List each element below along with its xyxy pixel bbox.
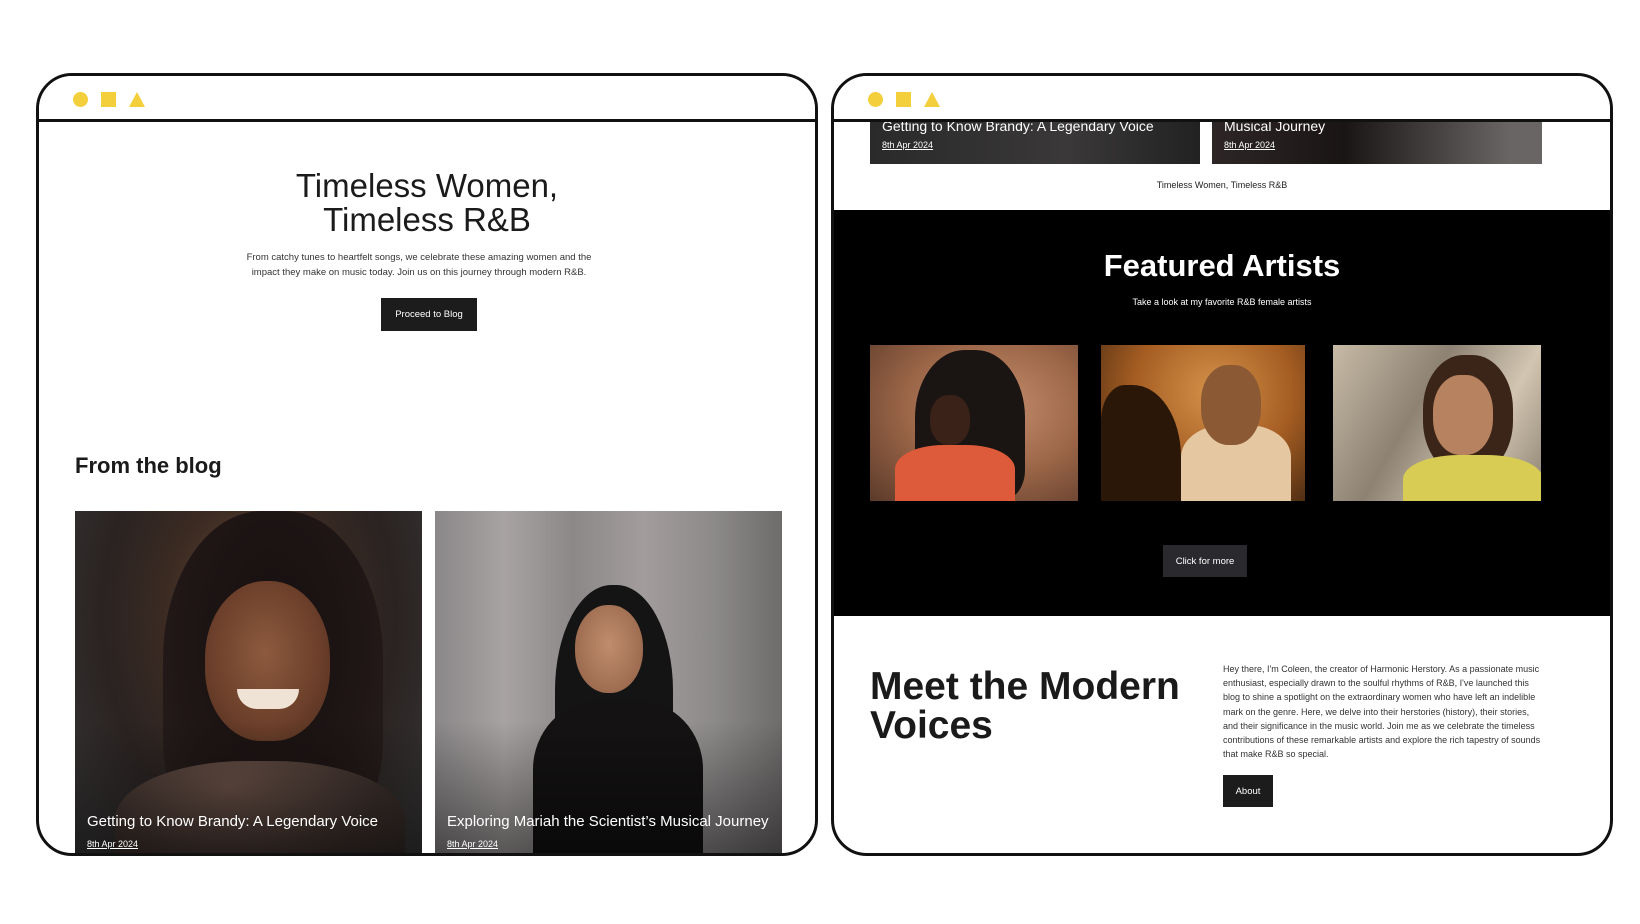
artist-photo[interactable] xyxy=(1101,345,1305,501)
hero-subtitle: From catchy tunes to heartfelt songs, we… xyxy=(246,252,592,278)
blog-card-title[interactable]: Getting to Know Brandy: A Legendary Voic… xyxy=(87,813,410,831)
blog-card-date[interactable]: 8th Apr 2024 xyxy=(1224,140,1275,150)
meet-body: Hey there, I'm Coleen, the creator of Ha… xyxy=(1223,664,1541,760)
meet-title: Meet the Modern Voices xyxy=(870,665,1180,747)
blog-card-brandy[interactable]: Getting to Know Brandy: A Legendary Voic… xyxy=(870,122,1200,164)
window-chrome xyxy=(39,76,815,122)
blog-card-title[interactable]: Musical Journey xyxy=(1224,122,1325,134)
blog-card-mariah[interactable]: Musical Journey 8th Apr 2024 xyxy=(1212,122,1542,164)
blog-card-title[interactable]: Getting to Know Brandy: A Legendary Voic… xyxy=(882,122,1154,134)
browser-window-left: Timeless Women, Timeless R&B From catchy… xyxy=(36,73,818,856)
featured-subtitle: Take a look at my favorite R&B female ar… xyxy=(1132,297,1312,307)
artist-photo[interactable] xyxy=(1333,345,1541,501)
circle-icon xyxy=(73,92,88,107)
window-chrome xyxy=(834,76,1610,122)
triangle-icon xyxy=(924,92,940,107)
blog-card-brandy[interactable]: Getting to Know Brandy: A Legendary Voic… xyxy=(75,511,422,853)
featured-artists-section: Featured Artists Take a look at my favor… xyxy=(834,210,1610,616)
blog-card-title[interactable]: Exploring Mariah the Scientist’s Musical… xyxy=(447,813,770,831)
blog-card-date[interactable]: 8th Apr 2024 xyxy=(87,839,138,849)
click-for-more-button[interactable]: Click for more xyxy=(1163,545,1247,577)
page-viewport[interactable]: Getting to Know Brandy: A Legendary Voic… xyxy=(834,122,1610,853)
browser-window-right: Getting to Know Brandy: A Legendary Voic… xyxy=(831,73,1613,856)
circle-icon xyxy=(868,92,883,107)
hero-title: Timeless Women, Timeless R&B xyxy=(295,167,559,238)
page-viewport[interactable]: Timeless Women, Timeless R&B From catchy… xyxy=(39,122,815,853)
artist-photo[interactable] xyxy=(870,345,1078,501)
proceed-to-blog-button[interactable]: Proceed to Blog xyxy=(381,298,477,331)
blog-card-date[interactable]: 8th Apr 2024 xyxy=(882,140,933,150)
about-button[interactable]: About xyxy=(1223,775,1273,807)
square-icon xyxy=(896,92,911,107)
blog-heading: From the blog xyxy=(75,453,222,478)
blog-card-date[interactable]: 8th Apr 2024 xyxy=(447,839,498,849)
blog-strip: Getting to Know Brandy: A Legendary Voic… xyxy=(834,122,1610,210)
blog-card-mariah[interactable]: Exploring Mariah the Scientist’s Musical… xyxy=(435,511,782,853)
featured-title: Featured Artists xyxy=(1103,248,1341,283)
square-icon xyxy=(101,92,116,107)
triangle-icon xyxy=(129,92,145,107)
section-caption: Timeless Women, Timeless R&B xyxy=(1156,180,1288,190)
